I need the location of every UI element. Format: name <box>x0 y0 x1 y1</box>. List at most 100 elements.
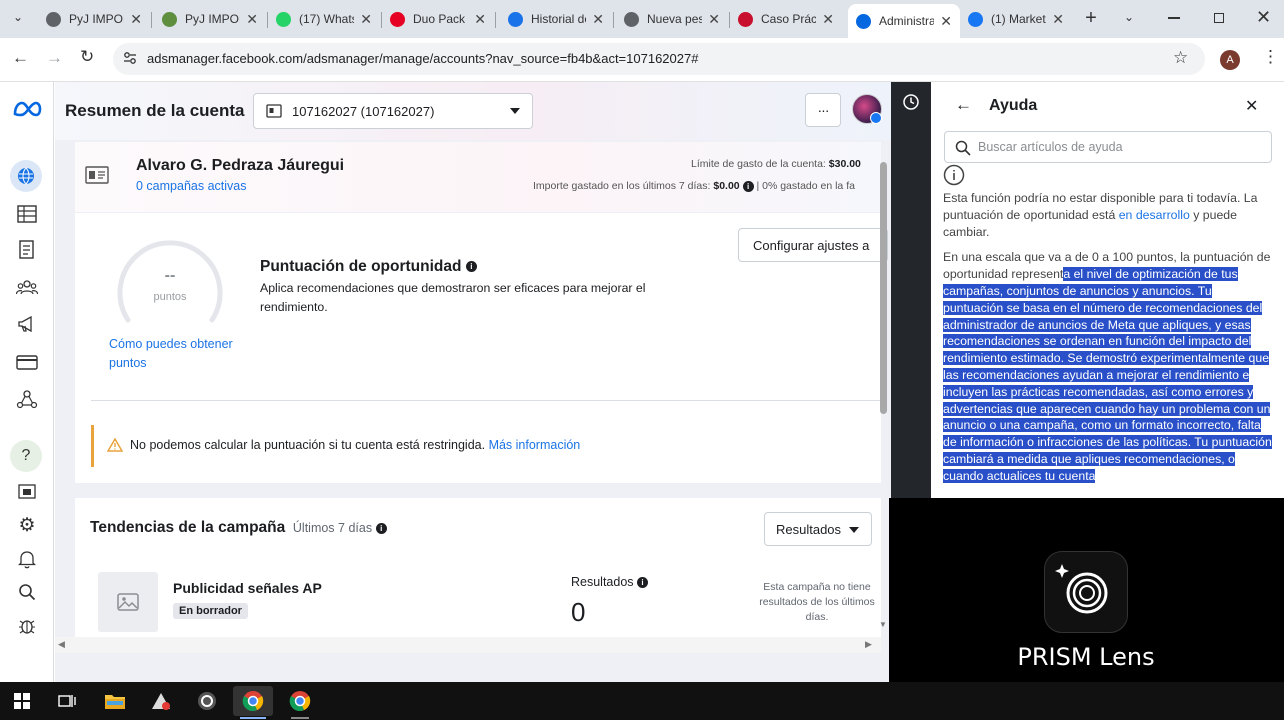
browser-tab[interactable]: Administrador de anuncios ✕ <box>848 4 960 38</box>
campaigns-table-icon[interactable] <box>14 202 40 226</box>
billing-card-icon[interactable] <box>14 350 40 374</box>
close-tab-icon[interactable]: ✕ <box>940 13 952 30</box>
help-back-icon[interactable]: ← <box>955 95 972 115</box>
settings-gear-icon[interactable]: ⚙ <box>14 513 40 537</box>
close-tab-icon[interactable]: ✕ <box>708 11 720 28</box>
browser-tab[interactable]: Caso Práctico ✕ <box>730 5 842 33</box>
scroll-right-arrow[interactable]: ▶ <box>865 639 872 650</box>
advertise-megaphone-icon[interactable] <box>14 312 40 336</box>
browser-tab[interactable]: Historial de descargas ✕ <box>500 5 612 33</box>
help-search-input[interactable]: Buscar artículos de ayuda <box>944 131 1272 163</box>
vertical-scrollbar[interactable] <box>880 162 887 414</box>
explanation-selected: a el nivel de optimización de tus campañ… <box>943 267 1272 483</box>
ads-manager-sidebar: ? ⚙ <box>0 82 54 682</box>
minimize-button[interactable] <box>1168 17 1180 19</box>
bookmark-star-icon[interactable]: ☆ <box>1173 48 1188 68</box>
chrome-icon[interactable] <box>280 686 320 716</box>
report-bug-icon[interactable] <box>14 614 40 638</box>
spend-limit-value: $30.00 <box>828 158 861 170</box>
history-clock-icon[interactable] <box>902 93 920 111</box>
download-icon <box>508 11 523 27</box>
reload-icon[interactable]: ↻ <box>80 47 94 67</box>
info-icon[interactable]: i <box>375 523 387 535</box>
close-tab-icon[interactable]: ✕ <box>822 11 834 28</box>
more-info-link[interactable]: Más información <box>489 438 581 452</box>
campaign-name[interactable]: Publicidad señales AP <box>173 580 322 596</box>
browser-tab-title: (17) WhatsApp <box>299 12 354 26</box>
help-close-icon[interactable]: ✕ <box>1245 96 1258 116</box>
how-to-get-points-link[interactable]: Cómo puedes obtener puntos <box>109 335 249 373</box>
whatsapp-icon <box>276 11 291 27</box>
close-tab-icon[interactable]: ✕ <box>592 11 604 28</box>
campaign-thumbnail <box>98 572 158 632</box>
open-app-indicator <box>291 717 309 719</box>
help-question-icon[interactable]: ? <box>10 440 42 472</box>
configure-settings-button[interactable]: Configurar ajustes a <box>738 228 888 262</box>
caret-down-icon <box>510 108 520 114</box>
browser-tab[interactable]: PyJ IMPORT ✕ <box>154 5 266 33</box>
notifications-bell-icon[interactable] <box>14 547 40 571</box>
search-icon <box>955 140 971 156</box>
address-bar[interactable]: adsmanager.facebook.com/adsmanager/manag… <box>113 43 1205 75</box>
site-settings-icon[interactable] <box>123 51 137 65</box>
more-options-button[interactable]: ··· <box>805 93 841 127</box>
app-red-icon[interactable] <box>141 686 181 716</box>
meta-logo-icon[interactable] <box>11 97 43 121</box>
sk-icon <box>738 11 753 27</box>
results-dropdown[interactable]: Resultados <box>764 512 872 546</box>
browser-tab[interactable]: PyJ IMPORT ✕ <box>38 5 150 33</box>
windows-taskbar <box>0 682 1284 720</box>
info-icon[interactable]: i <box>742 180 754 192</box>
browser-tab-title: PyJ IMPORT <box>69 12 124 26</box>
profile-avatar[interactable]: A <box>1220 50 1240 70</box>
close-tab-icon[interactable]: ✕ <box>360 11 372 28</box>
chrome-profile-a-icon[interactable] <box>233 686 273 716</box>
tab-list-icon[interactable]: ⌄ <box>1124 10 1134 24</box>
tab-search-dropdown-icon[interactable]: ⌄ <box>8 10 28 28</box>
browser-tab[interactable]: (17) WhatsApp ✕ <box>268 5 380 33</box>
reports-icon[interactable] <box>14 238 40 262</box>
scroll-down-arrow[interactable]: ▼ <box>879 620 887 629</box>
close-tab-icon[interactable]: ✕ <box>1052 11 1064 28</box>
close-window-button[interactable]: ✕ <box>1256 7 1271 28</box>
browser-tab[interactable]: Nueva pestaña ✕ <box>616 5 728 33</box>
business-tools-icon[interactable] <box>14 387 40 411</box>
account-overview-icon[interactable] <box>10 160 42 192</box>
divider <box>91 400 881 401</box>
search-icon[interactable] <box>14 580 40 604</box>
active-campaigns-link[interactable]: 0 campañas activas <box>136 179 246 193</box>
close-tab-icon[interactable]: ✕ <box>246 11 258 28</box>
facebook-badge-icon <box>870 112 882 124</box>
back-icon[interactable]: ← <box>12 48 29 68</box>
scroll-left-arrow[interactable]: ◀ <box>58 639 65 650</box>
opportunity-score-value: -- <box>164 267 176 284</box>
account-selector[interactable]: 107162027 (107162027) <box>253 93 533 129</box>
browser-tab[interactable]: (1) Marketplace ✕ <box>960 5 1072 33</box>
restricted-warning: No podemos calcular la puntuación si tu … <box>91 425 881 467</box>
forward-icon[interactable]: → <box>46 48 63 68</box>
restore-button[interactable] <box>1214 13 1224 23</box>
amount-spent-percent: | 0% gastado en la fa <box>756 180 855 192</box>
campaign-status-badge: En borrador <box>173 603 248 619</box>
new-tab-button[interactable]: + <box>1080 8 1102 30</box>
windows-start-icon[interactable] <box>2 686 42 716</box>
close-tab-icon[interactable]: ✕ <box>474 11 486 28</box>
opportunity-explanation: En una escala que va a de 0 a 100 puntos… <box>943 249 1273 484</box>
info-icon[interactable]: i <box>465 261 477 273</box>
meta-icon <box>856 13 871 29</box>
ads-manager-main: Resumen de la cuenta 107162027 (10716202… <box>55 82 891 682</box>
file-explorer-icon[interactable] <box>95 686 135 716</box>
close-tab-icon[interactable]: ✕ <box>130 11 142 28</box>
ad-preview-icon[interactable] <box>14 479 40 503</box>
task-view-icon[interactable] <box>47 686 87 716</box>
configure-settings-label: Configurar ajustes a <box>753 237 870 253</box>
audiences-icon[interactable] <box>14 275 40 299</box>
browser-tab-title: Caso Práctico <box>761 12 817 26</box>
in-development-link[interactable]: en desarrollo <box>1119 208 1190 222</box>
browser-tab-title: Historial de descargas <box>531 12 586 26</box>
obs-studio-icon[interactable] <box>187 686 227 716</box>
horizontal-scrollbar[interactable] <box>55 637 881 653</box>
browser-menu-icon[interactable]: ⋮ <box>1262 47 1279 67</box>
info-icon[interactable]: i <box>637 577 649 589</box>
browser-tab[interactable]: Duo Pack ✕ <box>382 5 494 33</box>
